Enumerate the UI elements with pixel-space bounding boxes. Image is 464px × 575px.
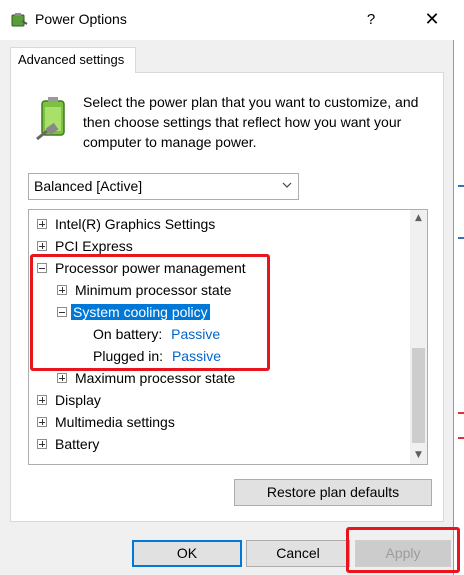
tree-item-multimedia-settings[interactable]: Multimedia settings: [37, 412, 175, 432]
expand-plus-icon[interactable]: [37, 417, 47, 427]
chevron-down-icon: [282, 182, 292, 188]
scroll-thumb[interactable]: [412, 348, 425, 443]
window-title: Power Options: [35, 11, 127, 27]
tree-item-pci-express[interactable]: PCI Express: [37, 236, 133, 256]
expand-plus-icon[interactable]: [57, 373, 67, 383]
power-plan-select[interactable]: Balanced [Active]: [28, 173, 299, 200]
scroll-up-icon[interactable]: ▲: [410, 210, 427, 227]
title-bar: Power Options ? ✕: [0, 0, 454, 40]
expand-plus-icon[interactable]: [37, 439, 47, 449]
help-button[interactable]: ?: [356, 8, 386, 32]
expand-plus-icon[interactable]: [37, 241, 47, 251]
cancel-button[interactable]: Cancel: [246, 540, 350, 567]
close-button[interactable]: ✕: [412, 6, 452, 34]
description-text: Select the power plan that you want to c…: [83, 94, 419, 150]
tree-item-display[interactable]: Display: [37, 390, 101, 410]
power-plan-selected: Balanced [Active]: [34, 178, 143, 194]
annotation-highlight-apply: [346, 527, 460, 573]
tab-advanced-settings[interactable]: Advanced settings: [10, 47, 136, 73]
battery-plug-icon: [36, 97, 65, 141]
restore-plan-defaults-button[interactable]: Restore plan defaults: [234, 479, 432, 506]
tree-scrollbar[interactable]: ▲ ▼: [410, 210, 427, 464]
expand-plus-icon[interactable]: [37, 395, 47, 405]
ok-button[interactable]: OK: [132, 540, 242, 567]
tree-item-maximum-processor-state[interactable]: Maximum processor state: [57, 368, 235, 388]
tree-item-intel-graphics[interactable]: Intel(R) Graphics Settings: [37, 214, 215, 234]
tree-item-battery[interactable]: Battery: [37, 434, 99, 454]
annotation-highlight-cooling-policy: [30, 254, 270, 371]
power-options-icon: [11, 13, 28, 27]
scroll-down-icon[interactable]: ▼: [410, 447, 427, 464]
expand-plus-icon[interactable]: [37, 219, 47, 229]
